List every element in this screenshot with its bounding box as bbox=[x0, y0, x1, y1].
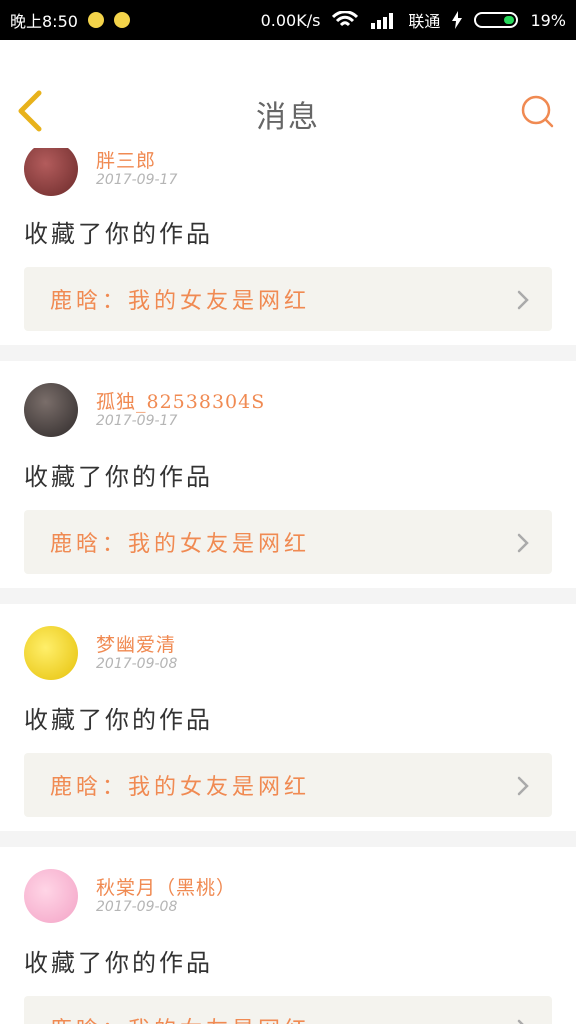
chevron-right-icon bbox=[516, 532, 530, 558]
message-user-row: 孤独_82538304S 2017-09-17 bbox=[24, 361, 552, 441]
charging-icon bbox=[452, 11, 463, 29]
avatar[interactable] bbox=[24, 383, 78, 437]
message-date: 2017-09-17 bbox=[96, 172, 178, 188]
work-title: 鹿晗：我的女友是网红 bbox=[50, 775, 311, 800]
message-action-text: 收藏了你的作品 bbox=[24, 706, 213, 734]
message-action-text: 收藏了你的作品 bbox=[24, 220, 213, 248]
username[interactable]: 秋棠月（黑桃） bbox=[96, 873, 236, 900]
network-speed: 0.00K/s bbox=[260, 10, 321, 30]
work-title: 鹿晗：我的女友是网红 bbox=[50, 289, 311, 314]
wifi-icon bbox=[332, 11, 359, 29]
message-date: 2017-09-08 bbox=[96, 656, 178, 672]
message-card: 梦幽爱清 2017-09-08 收藏了你的作品 鹿晗：我的女友是网红 bbox=[0, 604, 576, 831]
work-link[interactable]: 鹿晗：我的女友是网红 bbox=[24, 267, 552, 331]
work-title: 鹿晗：我的女友是网红 bbox=[50, 532, 311, 557]
message-list[interactable]: 胖三郎 2017-09-17 收藏了你的作品 鹿晗：我的女友是网红 孤独_825… bbox=[0, 148, 576, 1024]
work-link[interactable]: 鹿晗：我的女友是网红 bbox=[24, 996, 552, 1024]
app-header: 消息 bbox=[0, 40, 576, 149]
search-icon bbox=[519, 93, 555, 133]
carrier-name: 联通 bbox=[408, 12, 441, 31]
notification-emoji-icon bbox=[113, 12, 130, 28]
username[interactable]: 孤独_82538304S bbox=[96, 387, 265, 414]
chevron-right-icon bbox=[516, 775, 530, 801]
page-title: 消息 bbox=[256, 100, 320, 135]
message-card: 秋棠月（黑桃） 2017-09-08 收藏了你的作品 鹿晗：我的女友是网红 bbox=[0, 847, 576, 1024]
message-action-text: 收藏了你的作品 bbox=[24, 463, 213, 491]
message-action-text: 收藏了你的作品 bbox=[24, 949, 213, 977]
username[interactable]: 梦幽爱清 bbox=[96, 630, 176, 657]
chevron-right-icon bbox=[516, 1018, 530, 1024]
avatar[interactable] bbox=[24, 148, 78, 196]
message-user-row: 梦幽爱清 2017-09-08 bbox=[24, 604, 552, 684]
avatar[interactable] bbox=[24, 626, 78, 680]
battery-percent: 19% bbox=[530, 10, 566, 30]
message-card: 孤独_82538304S 2017-09-17 收藏了你的作品 鹿晗：我的女友是… bbox=[0, 361, 576, 588]
status-right: 0.00K/s 联通 19% bbox=[261, 8, 566, 32]
work-link[interactable]: 鹿晗：我的女友是网红 bbox=[24, 510, 552, 574]
battery-icon bbox=[474, 12, 519, 28]
status-bar: 晚上8:50 0.00K/s 联通 19% bbox=[0, 0, 576, 40]
avatar[interactable] bbox=[24, 869, 78, 923]
message-date: 2017-09-17 bbox=[96, 413, 178, 429]
message-user-row: 胖三郎 2017-09-17 bbox=[24, 148, 552, 202]
message-user-row: 秋棠月（黑桃） 2017-09-08 bbox=[24, 847, 552, 927]
chevron-right-icon bbox=[516, 289, 530, 315]
username[interactable]: 胖三郎 bbox=[96, 148, 156, 173]
search-button[interactable] bbox=[518, 94, 556, 132]
notification-emoji-icon bbox=[87, 12, 104, 28]
status-left: 晚上8:50 bbox=[10, 8, 130, 32]
work-title: 鹿晗：我的女友是网红 bbox=[50, 1012, 310, 1024]
message-card: 胖三郎 2017-09-17 收藏了你的作品 鹿晗：我的女友是网红 bbox=[0, 148, 576, 345]
signal-icon bbox=[370, 11, 396, 29]
message-date: 2017-09-08 bbox=[96, 899, 178, 915]
status-time: 晚上8:50 bbox=[10, 12, 78, 31]
work-link[interactable]: 鹿晗：我的女友是网红 bbox=[24, 753, 552, 817]
